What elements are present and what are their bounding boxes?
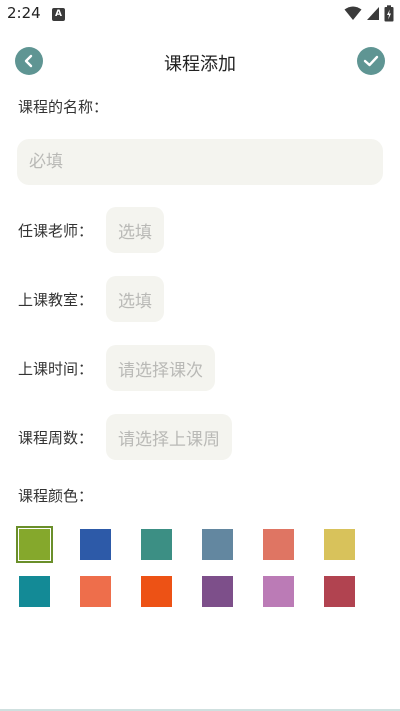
time-select[interactable]: 请选择课次 — [106, 345, 215, 391]
battery-charging-icon — [384, 5, 394, 22]
color-swatch[interactable] — [324, 576, 355, 607]
color-swatch[interactable] — [80, 576, 111, 607]
time-label: 上课时间： — [18, 359, 94, 378]
color-swatch[interactable] — [141, 576, 172, 607]
classroom-row: 上课教室： 选填 — [18, 276, 164, 322]
teacher-row: 任课老师： 选填 — [18, 207, 164, 253]
color-swatch[interactable] — [263, 529, 294, 560]
teacher-input[interactable]: 选填 — [106, 207, 164, 253]
weeks-row: 课程周数： 请选择上课周 — [18, 414, 232, 460]
header: 课程添加 — [0, 42, 400, 82]
course-color-label: 课程颜色： — [18, 487, 94, 505]
color-swatch[interactable] — [19, 576, 50, 607]
weeks-select[interactable]: 请选择上课周 — [106, 414, 232, 460]
page-title: 课程添加 — [164, 54, 236, 75]
status-bar: 2:24 A — [0, 0, 400, 28]
weeks-label: 课程周数： — [18, 428, 94, 447]
color-swatch[interactable] — [324, 529, 355, 560]
course-name-label: 课程的名称： — [18, 98, 109, 116]
course-name-input[interactable] — [17, 139, 383, 185]
a-icon: A — [52, 8, 65, 21]
color-swatch[interactable] — [202, 529, 233, 560]
signal-icon — [367, 7, 379, 20]
status-icons — [344, 5, 394, 22]
color-swatch[interactable] — [16, 526, 53, 563]
check-icon — [363, 55, 379, 67]
status-time: 2:24 — [7, 4, 41, 22]
teacher-label: 任课老师： — [18, 221, 94, 240]
color-swatch[interactable] — [141, 529, 172, 560]
color-swatch[interactable] — [202, 576, 233, 607]
color-swatch[interactable] — [263, 576, 294, 607]
confirm-button[interactable] — [357, 47, 385, 75]
classroom-label: 上课教室： — [18, 290, 94, 309]
color-swatch[interactable] — [80, 529, 111, 560]
wifi-icon — [344, 6, 362, 20]
time-row: 上课时间： 请选择课次 — [18, 345, 215, 391]
classroom-input[interactable]: 选填 — [106, 276, 164, 322]
